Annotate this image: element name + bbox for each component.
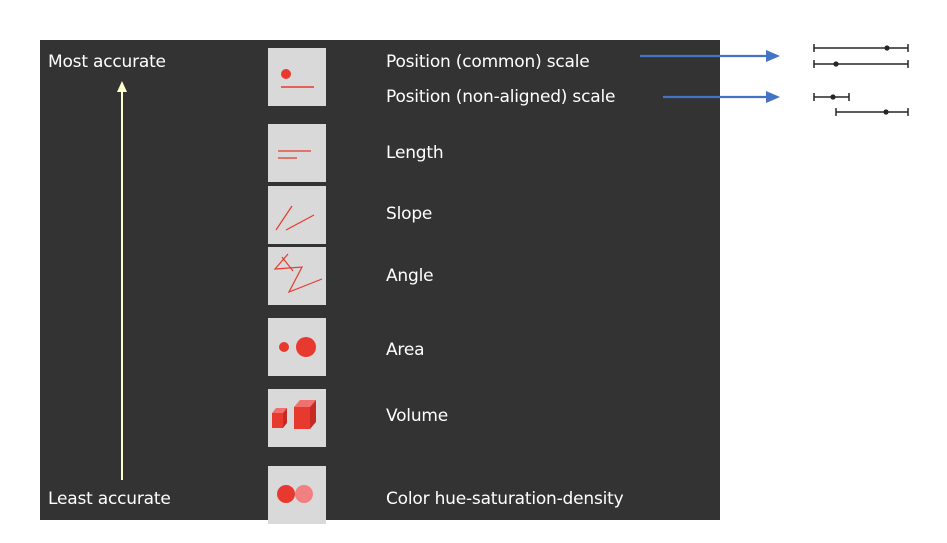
position-common-icon <box>268 48 326 106</box>
nonaligned-scale-example <box>813 93 909 116</box>
volume-icon <box>268 389 326 447</box>
volume-label: Volume <box>386 406 449 426</box>
least-accurate-label: Least accurate <box>48 489 171 509</box>
color-label: Color hue-saturation-density <box>386 489 624 509</box>
common-scale-example <box>813 44 909 68</box>
encoding-accuracy-slide: Most accurate Least accurate Position (c… <box>40 40 720 524</box>
length-icon <box>268 124 326 182</box>
area-label: Area <box>386 340 425 360</box>
angle-icon <box>268 247 326 305</box>
position-nonaligned-label: Position (non-aligned) scale <box>386 87 616 107</box>
position-common-label: Position (common) scale <box>386 52 590 72</box>
area-icon <box>268 318 326 376</box>
slope-label: Slope <box>386 204 433 224</box>
color-icon <box>268 466 326 524</box>
angle-label: Angle <box>386 266 434 286</box>
accuracy-arrow <box>117 81 127 480</box>
most-accurate-label: Most accurate <box>48 52 166 72</box>
slope-icon <box>268 186 326 244</box>
corner-mark: ↖ <box>712 508 720 518</box>
length-label: Length <box>386 143 444 163</box>
